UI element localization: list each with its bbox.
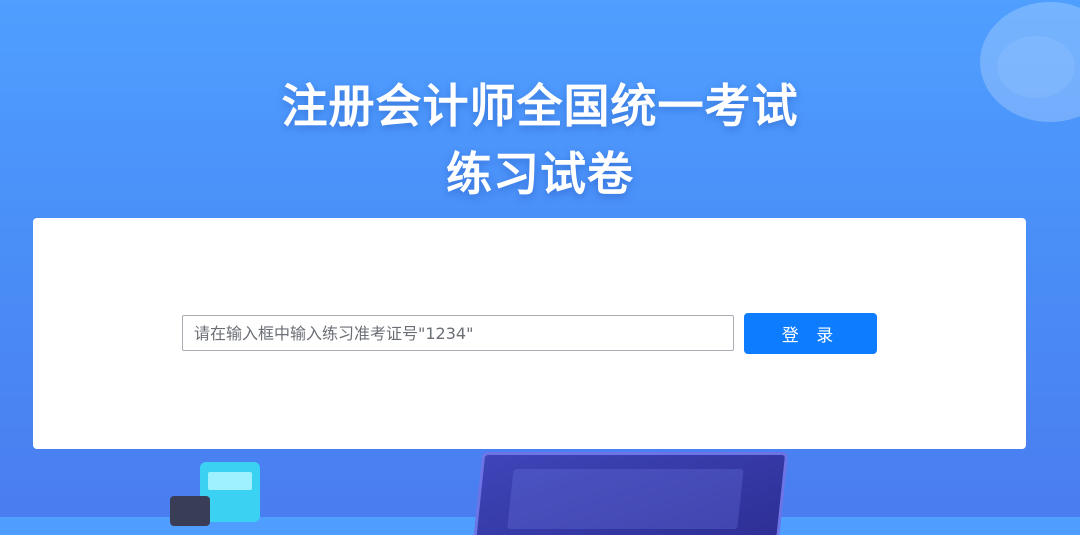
- login-button[interactable]: 登 录: [744, 313, 877, 354]
- login-card: 登 录: [33, 218, 1026, 449]
- decorative-block: [170, 496, 210, 526]
- page-title: 注册会计师全国统一考试 练习试卷: [0, 72, 1080, 208]
- calculator-screen: [208, 472, 252, 490]
- laptop-illustration: [473, 452, 789, 535]
- page-title-line-2: 练习试卷: [446, 147, 634, 201]
- laptop-screen: [507, 469, 744, 529]
- page-title-line-1: 注册会计师全国统一考试: [281, 79, 799, 133]
- admission-number-input[interactable]: [182, 315, 734, 351]
